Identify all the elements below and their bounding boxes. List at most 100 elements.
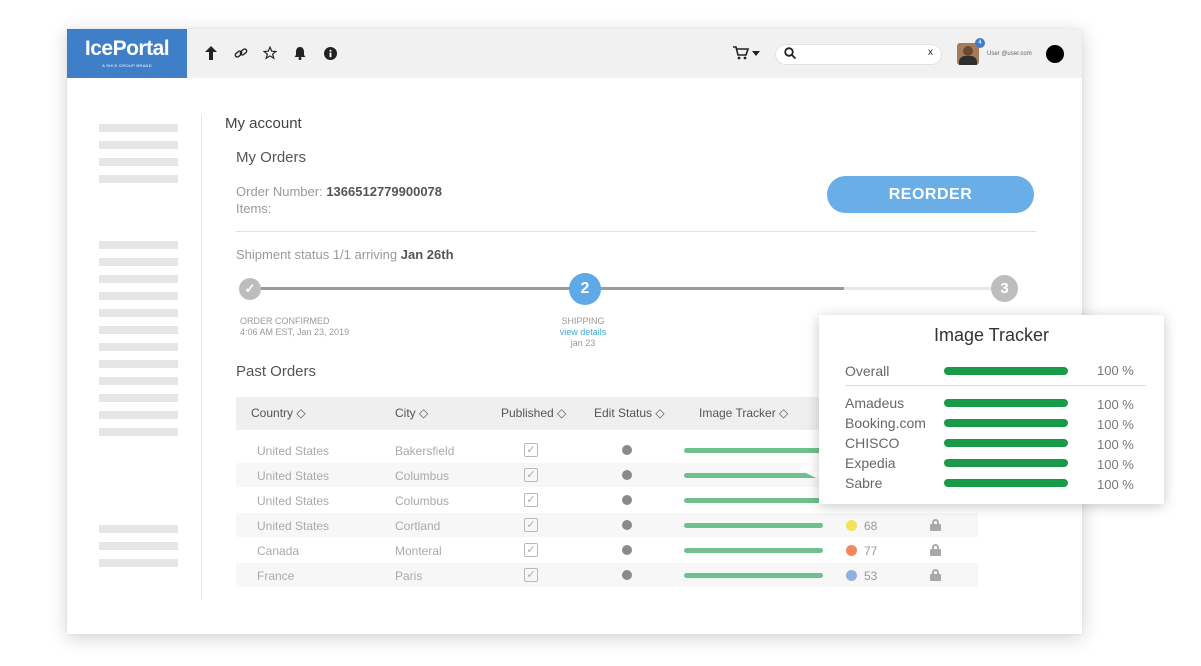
sidebar-placeholder[interactable] xyxy=(99,343,178,351)
sidebar-placeholder[interactable] xyxy=(99,377,178,385)
overall-label: Overall xyxy=(845,363,890,379)
published-checkbox[interactable]: ✓ xyxy=(524,443,538,457)
sidebar-placeholder[interactable] xyxy=(99,175,178,183)
sidebar-placeholder[interactable] xyxy=(99,275,178,283)
cell-city: Cortland xyxy=(395,519,441,533)
cell-country: Canada xyxy=(257,544,300,558)
logo-text: IcePortal xyxy=(84,37,170,60)
sidebar-placeholder[interactable] xyxy=(99,158,178,166)
breadcrumb[interactable]: My account xyxy=(225,115,302,132)
sidebar-placeholder[interactable] xyxy=(99,309,178,317)
cart-menu[interactable] xyxy=(731,42,763,64)
step-confirmed-time: 4:06 AM EST, Jan 23, 2019 xyxy=(240,327,350,337)
search-icon xyxy=(784,47,797,62)
col-edit-status[interactable]: Edit Status ◇ xyxy=(594,406,665,420)
sidebar-placeholder[interactable] xyxy=(99,292,178,300)
sidebar-placeholder[interactable] xyxy=(99,428,178,436)
edit-status-dot xyxy=(622,445,632,455)
search-input[interactable] xyxy=(802,47,922,62)
sidebar-placeholder[interactable] xyxy=(99,559,178,567)
notification-badge[interactable]: 4 xyxy=(975,38,985,48)
published-checkbox[interactable]: ✓ xyxy=(524,493,538,507)
sidebar-divider xyxy=(201,115,202,600)
iceportal-logo[interactable]: IcePortal A SHIJI GROUP BRAND xyxy=(67,29,187,78)
score-value: 53 xyxy=(864,569,878,583)
logo-tagline: A SHIJI GROUP BRAND xyxy=(102,63,152,68)
sidebar-placeholder[interactable] xyxy=(99,241,178,249)
sidebar-placeholder[interactable] xyxy=(99,124,178,132)
table-row[interactable]: Canada Monteral ✓ 77 xyxy=(236,538,978,562)
star-icon[interactable] xyxy=(260,42,280,64)
lock-icon[interactable] xyxy=(930,569,941,581)
sidebar-placeholder[interactable] xyxy=(99,525,178,533)
profile-menu-icon[interactable] xyxy=(1046,45,1064,63)
step-shipping-title: SHIPPING xyxy=(561,316,605,326)
lock-icon[interactable] xyxy=(930,544,941,556)
sidebar-placeholder[interactable] xyxy=(99,411,178,419)
cart-icon xyxy=(733,46,760,60)
items-label: Items: xyxy=(236,201,272,216)
image-tracker-bar[interactable] xyxy=(684,498,823,503)
step-shipping: 2 xyxy=(569,273,601,305)
edit-status-dot xyxy=(622,495,632,505)
cell-country: United States xyxy=(257,469,330,483)
upload-icon[interactable] xyxy=(201,42,221,64)
image-tracker-bar[interactable] xyxy=(684,548,823,553)
progress-line-active xyxy=(600,287,844,290)
search-box[interactable]: x xyxy=(775,44,942,65)
channel-label: CHISCO xyxy=(845,435,900,451)
channel-label: Sabre xyxy=(845,475,883,491)
col-country[interactable]: Country ◇ xyxy=(251,406,306,420)
published-checkbox[interactable]: ✓ xyxy=(524,518,538,532)
popup-divider xyxy=(845,385,1146,386)
overall-percent: 100 % xyxy=(1097,363,1134,378)
col-city[interactable]: City ◇ xyxy=(395,406,428,420)
image-tracker-bar[interactable] xyxy=(684,523,823,528)
score-value: 68 xyxy=(864,519,878,533)
overall-bar xyxy=(944,367,1068,375)
sidebar-placeholder[interactable] xyxy=(99,258,178,266)
published-checkbox[interactable]: ✓ xyxy=(524,568,538,582)
edit-status-dot xyxy=(622,470,632,480)
clear-search-icon[interactable]: x xyxy=(928,47,933,58)
score-value: 77 xyxy=(864,544,878,558)
reorder-button[interactable]: REORDER xyxy=(827,176,1034,213)
order-number: Order Number: 1366512779900078 xyxy=(236,184,442,199)
published-checkbox[interactable]: ✓ xyxy=(524,468,538,482)
edit-status-dot xyxy=(622,570,632,580)
sidebar-placeholder[interactable] xyxy=(99,326,178,334)
sidebar-placeholder[interactable] xyxy=(99,360,178,368)
sidebar-placeholder[interactable] xyxy=(99,394,178,402)
channel-percent: 100 % xyxy=(1097,437,1134,452)
order-number-value: 1366512779900078 xyxy=(326,184,443,199)
score-dot xyxy=(846,570,857,581)
table-row[interactable]: France Paris ✓ 53 xyxy=(236,563,978,587)
table-row[interactable]: United States Cortland ✓ 68 xyxy=(236,513,978,537)
cell-country: United States xyxy=(257,519,330,533)
image-tracker-bar[interactable] xyxy=(684,573,823,578)
col-published[interactable]: Published ◇ xyxy=(501,406,566,420)
info-icon[interactable] xyxy=(320,42,340,64)
image-tracker-bar[interactable] xyxy=(684,448,823,453)
cell-city: Columbus xyxy=(395,494,450,508)
channel-percent: 100 % xyxy=(1097,417,1134,432)
channel-bar xyxy=(944,459,1068,467)
view-details-link[interactable]: view details xyxy=(535,327,631,338)
user-email[interactable]: User @user.com xyxy=(987,51,1032,57)
cell-city: Paris xyxy=(395,569,423,583)
link-icon[interactable] xyxy=(231,42,251,64)
sidebar-placeholder[interactable] xyxy=(99,141,178,149)
popup-title: Image Tracker xyxy=(933,325,1050,345)
edit-status-dot xyxy=(622,520,632,530)
divider xyxy=(236,231,1036,232)
channel-bar xyxy=(944,399,1068,407)
step-confirmed-label: ORDER CONFIRMED 4:06 AM EST, Jan 23, 201… xyxy=(240,316,349,338)
col-image-tracker[interactable]: Image Tracker ◇ xyxy=(699,406,788,420)
lock-icon[interactable] xyxy=(930,519,941,531)
published-checkbox[interactable]: ✓ xyxy=(524,543,538,557)
channel-percent: 100 % xyxy=(1097,457,1134,472)
shipment-status: Shipment status 1/1 arriving Jan 26th xyxy=(236,247,454,262)
sidebar-placeholder[interactable] xyxy=(99,542,178,550)
bell-icon[interactable] xyxy=(290,42,310,64)
score-dot xyxy=(846,545,857,556)
